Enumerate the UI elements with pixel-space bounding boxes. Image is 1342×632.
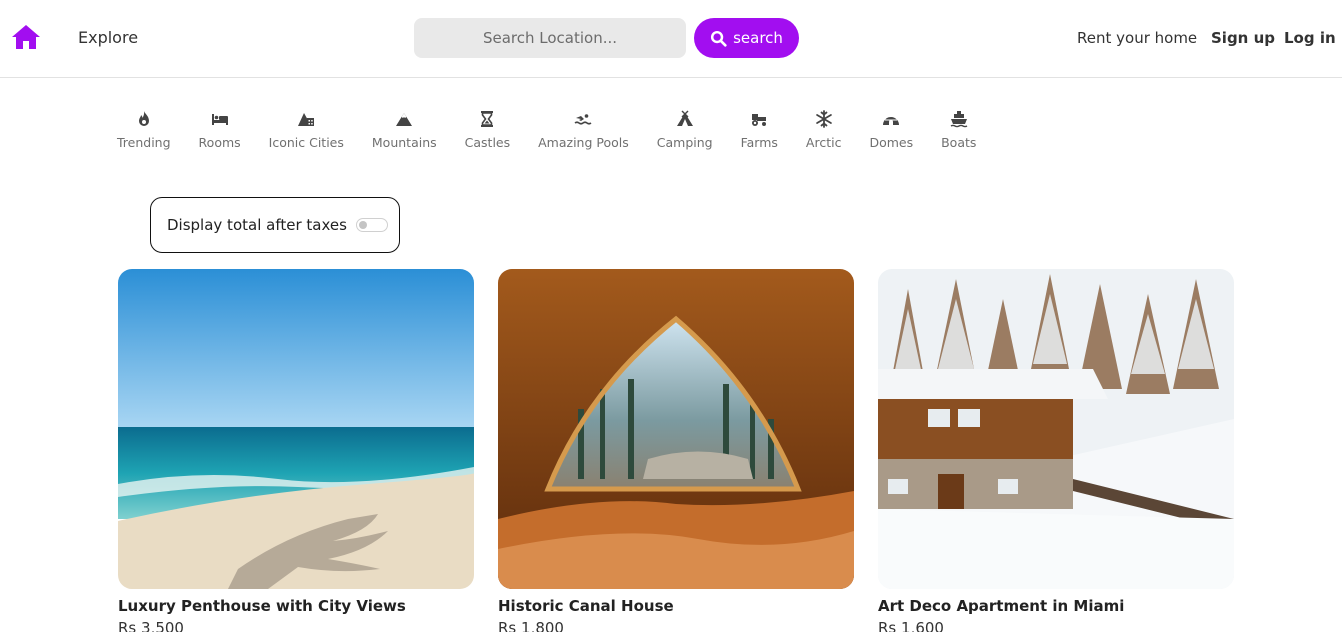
- search-icon: [711, 30, 727, 47]
- filter-label: Iconic Cities: [268, 135, 344, 150]
- campground-icon: [676, 110, 693, 126]
- listing-price: Rs 3,500: [118, 619, 184, 632]
- category-filters: Trending Rooms Iconic Cities Mountains C…: [103, 110, 990, 160]
- filter-label: Farms: [740, 135, 778, 150]
- navbar: Explore search Rent your home Sign up Lo…: [0, 0, 1342, 78]
- igloo-icon: [883, 115, 900, 125]
- hourglass-icon: [481, 111, 494, 127]
- filter-camping[interactable]: Camping: [643, 110, 727, 160]
- search-button[interactable]: search: [694, 18, 799, 58]
- filter-arctic[interactable]: Arctic: [792, 110, 856, 160]
- filter-label: Mountains: [371, 135, 437, 150]
- listing-card[interactable]: Luxury Penthouse with City Views Rs 3,50…: [118, 269, 474, 632]
- filter-farms[interactable]: Farms: [727, 110, 792, 160]
- swimmer-icon: [574, 114, 592, 125]
- filter-rooms[interactable]: Rooms: [185, 110, 255, 160]
- ship-icon: [950, 111, 968, 128]
- mountain-icon: [396, 113, 413, 126]
- filter-boats[interactable]: Boats: [927, 110, 990, 160]
- listing-image-chalet: [878, 269, 1234, 589]
- filter-mountains[interactable]: Mountains: [358, 110, 451, 160]
- tax-toggle-label: Display total after taxes: [167, 216, 347, 234]
- listing-card[interactable]: Historic Canal House Rs 1,800: [498, 269, 854, 632]
- filter-amazing-pools[interactable]: Amazing Pools: [524, 110, 643, 160]
- listing-title: Historic Canal House: [498, 597, 674, 615]
- listing-title: Art Deco Apartment in Miami: [878, 597, 1125, 615]
- filter-label: Boats: [941, 135, 977, 150]
- listing-title: Luxury Penthouse with City Views: [118, 597, 406, 615]
- snowflake-icon: [815, 110, 832, 128]
- tractor-icon: [752, 114, 767, 126]
- filter-castles[interactable]: Castles: [451, 110, 524, 160]
- listing-card[interactable]: Art Deco Apartment in Miami Rs 1,600: [878, 269, 1234, 632]
- search-button-label: search: [733, 29, 783, 47]
- filter-label: Domes: [869, 135, 914, 150]
- explore-link[interactable]: Explore: [78, 28, 138, 47]
- listing-image-tent: [498, 269, 854, 589]
- tax-toggle-switch[interactable]: [355, 218, 388, 232]
- filter-domes[interactable]: Domes: [855, 110, 927, 160]
- home-icon[interactable]: [11, 24, 41, 50]
- listing-image-beach: [118, 269, 474, 589]
- toggle-knob: [358, 221, 367, 229]
- bed-icon: [211, 114, 228, 125]
- filter-label: Castles: [464, 135, 511, 150]
- log-in-link[interactable]: Log in: [1284, 29, 1336, 47]
- sign-up-link[interactable]: Sign up: [1211, 29, 1275, 47]
- filter-label: Rooms: [198, 135, 241, 150]
- filter-label: Arctic: [805, 135, 842, 150]
- filter-iconic-cities[interactable]: Iconic Cities: [255, 110, 358, 160]
- filter-label: Camping: [656, 135, 713, 150]
- filter-label: Amazing Pools: [538, 135, 629, 150]
- filter-trending[interactable]: Trending: [103, 110, 185, 160]
- listing-price: Rs 1,600: [878, 619, 944, 632]
- fire-icon: [138, 111, 149, 126]
- mountain-city-icon: [298, 113, 315, 126]
- tax-toggle-box[interactable]: Display total after taxes: [150, 197, 400, 253]
- rent-your-home-link[interactable]: Rent your home: [1077, 29, 1197, 47]
- listing-price: Rs 1,800: [498, 619, 564, 632]
- search-input[interactable]: [414, 18, 686, 58]
- filter-label: Trending: [117, 135, 171, 150]
